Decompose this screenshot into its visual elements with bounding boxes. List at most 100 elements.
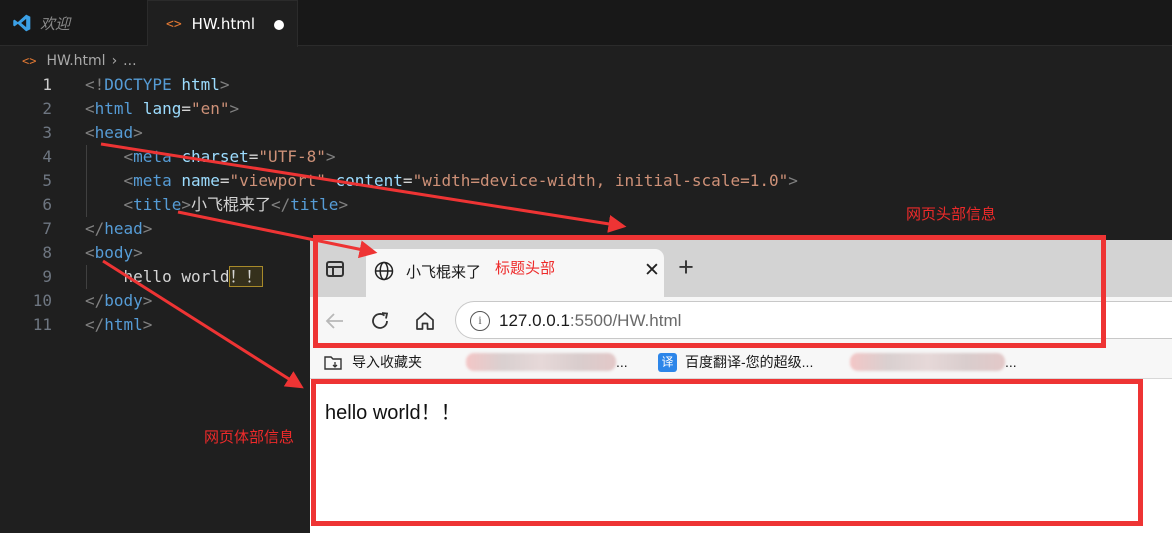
url-text[interactable]: 127.0.0.1:5500/HW.html (499, 311, 681, 331)
code-token: </ (271, 195, 291, 214)
bookmark-import-label: 导入收藏夹 (352, 354, 422, 370)
code-text: </body> (85, 289, 152, 313)
line-number: 3 (42, 123, 52, 142)
code-token: < (123, 195, 134, 214)
tab-welcome-label: 欢迎 (40, 14, 71, 33)
code-token: < (85, 243, 95, 262)
refresh-icon[interactable] (365, 306, 395, 336)
breadcrumb-rest[interactable]: ... (123, 53, 136, 69)
line-number: 10 (32, 291, 52, 310)
code-token: hello world (85, 267, 230, 286)
bookmark-import[interactable]: 导入收藏夹 (324, 351, 422, 373)
bookmark-blurred-1[interactable]: ... (466, 351, 628, 373)
url-path: :5500/HW.html (569, 311, 682, 330)
code-token: > (229, 99, 240, 118)
line-number: 6 (42, 195, 52, 214)
browser-toolbar: i 127.0.0.1:5500/HW.html (310, 297, 1172, 345)
code-token: > (338, 195, 349, 214)
code-token: </ (85, 291, 105, 310)
code-token: > (788, 171, 798, 190)
tab-hw-html[interactable]: <> HW.html (148, 0, 298, 47)
code-token: head (104, 219, 143, 238)
code-token: body (104, 291, 143, 310)
code-token: < (85, 99, 95, 118)
code-token: = (181, 99, 191, 118)
code-token: > (142, 315, 153, 334)
code-token: = (402, 171, 413, 190)
code-line[interactable]: 7 </head> (0, 217, 620, 241)
line-number: 2 (42, 99, 52, 118)
code-text: <head> (85, 121, 143, 145)
breadcrumb-file[interactable]: HW.html (46, 53, 105, 69)
code-text: hello world！！ (85, 265, 263, 289)
breadcrumb: <> HW.html › ... (22, 51, 137, 71)
editor-tab-bar: 欢迎 <> HW.html (0, 0, 1172, 47)
code-token: DOCTYPE (104, 75, 172, 94)
html-file-icon: <> (166, 16, 182, 32)
code-text: <html lang="en"> (85, 97, 239, 121)
code-token: "UTF-8" (258, 147, 326, 166)
code-token: > (142, 291, 153, 310)
code-token: = (219, 171, 230, 190)
blurred-bookmark (466, 353, 616, 371)
code-token: title (133, 195, 182, 214)
code-token: html (104, 315, 143, 334)
code-text: </html> (85, 313, 152, 337)
code-token: "viewport" (229, 171, 326, 190)
new-tab-icon[interactable]: + (673, 254, 699, 281)
code-line[interactable]: 4 <meta charset="UTF-8"> (0, 145, 620, 169)
code-token: meta (133, 171, 172, 190)
tab-welcome[interactable]: 欢迎 (0, 0, 148, 46)
code-token: html (181, 75, 220, 94)
html-file-icon: <> (22, 54, 37, 68)
translate-icon: 译 (658, 352, 677, 372)
code-text: </head> (85, 217, 152, 241)
code-token: lang (142, 99, 182, 118)
home-icon[interactable] (410, 306, 440, 336)
code-text: <meta charset="UTF-8"> (85, 145, 336, 169)
page-content: hello world！！ (310, 379, 1172, 533)
line-number: 9 (42, 267, 52, 286)
bookmark-blurred-2[interactable]: ... (850, 351, 1017, 373)
line-number: 11 (32, 315, 52, 334)
bookmark-baidu-fanyi[interactable]: 译 百度翻译-您的超级... (658, 351, 813, 373)
close-tab-icon[interactable]: ✕ (640, 259, 664, 283)
line-number: 8 (42, 243, 52, 262)
bookmark-fanyi-label: 百度翻译-您的超级... (685, 354, 814, 370)
annotation-head-label: 网页头部信息 (906, 205, 997, 223)
code-token: </ (85, 219, 105, 238)
page-body-text: hello world！！ (325, 402, 461, 424)
code-token: charset (181, 147, 249, 166)
code-token: body (94, 243, 134, 262)
code-text: <body> (85, 241, 143, 265)
annotation-body-label: 网页体部信息 (204, 428, 295, 446)
line-number: 7 (42, 219, 52, 238)
code-token: html (94, 99, 134, 118)
code-token: 小飞棍来了 (190, 195, 271, 214)
browser-window: 小飞棍来了 ✕ + i 127.0.0.1:5500/HW.html 导入收藏夹 (310, 240, 1172, 533)
address-bar[interactable]: i 127.0.0.1:5500/HW.html (455, 301, 1172, 339)
code-token: name (181, 171, 220, 190)
code-token: > (133, 123, 143, 142)
code-line[interactable]: 6 <title>小飞棍来了</title> (0, 193, 620, 217)
sidebar-toggle-icon[interactable] (326, 261, 344, 277)
browser-tab-strip: 小飞棍来了 ✕ + (310, 240, 1172, 297)
code-token: </ (85, 315, 105, 334)
bookmark-ellipsis-1: ... (616, 354, 628, 370)
code-line[interactable]: 1 <!DOCTYPE html> (0, 73, 620, 97)
back-icon[interactable] (320, 306, 350, 336)
chevron-right-icon: › (111, 53, 118, 69)
line-number: 1 (42, 75, 52, 94)
code-line[interactable]: 3 <head> (0, 121, 620, 145)
unsaved-dot-icon[interactable] (274, 20, 284, 30)
import-folder-icon (324, 356, 342, 370)
code-line[interactable]: 2 <html lang="en"> (0, 97, 620, 121)
site-info-icon[interactable]: i (470, 311, 490, 331)
code-line[interactable]: 5 <meta name="viewport" content="width=d… (0, 169, 798, 193)
code-token: > (325, 147, 336, 166)
